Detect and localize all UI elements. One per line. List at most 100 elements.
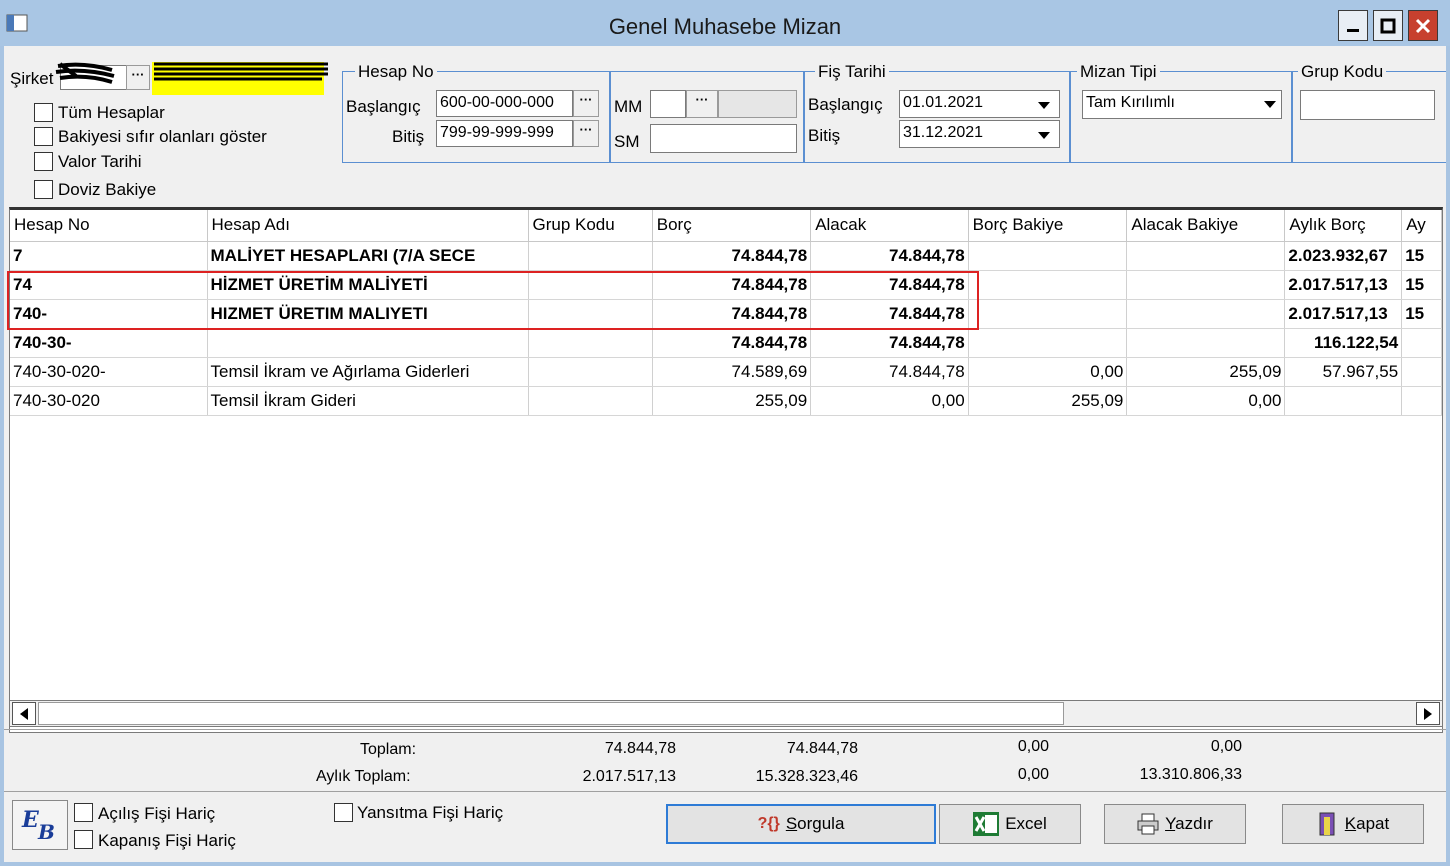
query-icon: ?{} <box>757 815 780 832</box>
sirket-ellipsis-button[interactable]: ··· <box>126 65 150 90</box>
acilis-checkbox[interactable] <box>74 803 93 822</box>
fis-baslangic-label: Başlangıç <box>808 95 883 114</box>
excel-button[interactable]: Excel <box>939 804 1081 844</box>
hesap-bitis-label: Bitiş <box>392 127 425 146</box>
cell-hesap-adi <box>207 328 529 358</box>
hesap-bitis-ellipsis[interactable]: ··· <box>573 120 599 147</box>
kapat-button[interactable]: Kapat <box>1282 804 1424 844</box>
cell-alacak-bakiye: 0,00 <box>1126 386 1286 416</box>
cell-alacak: 74.844,78 <box>810 241 969 271</box>
col-aylik-borc[interactable]: Aylık Borç <box>1284 210 1403 242</box>
table-row[interactable]: 740-30-020 Temsil İkram Gideri 255,09 0,… <box>10 386 1442 416</box>
hesap-baslangic-ellipsis[interactable]: ··· <box>573 90 599 117</box>
sorgula-button[interactable]: ?{} Sorgula <box>666 804 936 844</box>
col-hesap-no[interactable]: Hesap No <box>10 210 208 242</box>
col-borc[interactable]: Borç <box>652 210 812 242</box>
cell-borc-bakiye <box>968 328 1128 358</box>
table-row[interactable]: 740-30-020- Temsil İkram ve Ağırlama Gid… <box>10 357 1442 387</box>
cell-borc-bakiye <box>968 241 1128 271</box>
chevron-down-icon[interactable] <box>1038 102 1050 109</box>
exit-door-icon <box>1319 812 1335 836</box>
close-button[interactable] <box>1408 10 1438 41</box>
minimize-icon <box>1347 28 1359 32</box>
fis-tarihi-title: Fiş Tarihi <box>815 62 889 82</box>
kapanis-checkbox[interactable] <box>74 830 93 849</box>
fis-bitis-value: 31.12.2021 <box>903 124 984 141</box>
chevron-down-icon[interactable] <box>1038 132 1050 139</box>
grup-kodu-input[interactable] <box>1300 90 1435 120</box>
valor-tarihi-label: Valor Tarihi <box>58 152 142 171</box>
arrow-left-icon <box>20 707 28 720</box>
mm-ellipsis-button[interactable]: ··· <box>686 90 718 118</box>
yazdir-button[interactable]: Yazdır <box>1104 804 1246 844</box>
col-grup-kodu[interactable]: Grup Kodu <box>528 210 653 242</box>
window-title: Genel Muhasebe Mizan <box>608 14 842 39</box>
cell-hesap-no: 7 <box>10 241 208 271</box>
mizan-tipi-select[interactable]: Tam Kırılımlı <box>1082 90 1282 119</box>
excel-label: Excel <box>1005 814 1047 833</box>
cell-borc: 255,09 <box>652 386 812 416</box>
redaction-scribble-2 <box>154 62 328 81</box>
mizan-tipi-value: Tam Kırılımlı <box>1086 94 1175 111</box>
scroll-left-button[interactable] <box>12 702 36 725</box>
cell-aylik-borc: 116.122,54 <box>1284 328 1403 358</box>
mm-input[interactable] <box>650 90 686 118</box>
sorgula-label: Sorgula <box>785 814 845 833</box>
cell-aylik-borc: 2.023.932,67 <box>1284 241 1403 271</box>
excel-icon <box>973 812 1000 836</box>
horizontal-scrollbar[interactable] <box>9 700 1443 727</box>
grup-kodu-title: Grup Kodu <box>1298 62 1387 82</box>
eb-logo: E B <box>12 800 68 850</box>
tum-hesaplar-checkbox[interactable] <box>34 103 53 122</box>
cell-borc-bakiye: 0,00 <box>968 357 1128 387</box>
title-bar: Genel Muhasebe Mizan <box>0 0 1450 46</box>
selection-highlight-box <box>7 271 979 330</box>
cell-hesap-no: 740-30- <box>10 328 208 358</box>
eb-logo-icon: E B <box>21 807 55 844</box>
hesap-baslangic-input[interactable]: 600-00-000-000 <box>436 90 573 117</box>
cell-aylik-alacak <box>1401 386 1442 416</box>
hesap-bitis-input[interactable]: 799-99-999-999 <box>436 120 573 147</box>
aylik-alacak-total: 15.328.323,46 <box>755 768 858 785</box>
cell-alacak-bakiye <box>1126 241 1286 271</box>
table-row[interactable]: 7 MALİYET HESAPLARI (7/A SECE 74.844,78 … <box>10 241 1442 271</box>
toplam-alacak-bakiye: 0,00 <box>1210 738 1242 755</box>
table-row[interactable]: 740-30- 74.844,78 74.844,78 116.122,54 <box>10 328 1442 358</box>
acilis-label: Açılış Fişi Hariç <box>98 804 216 823</box>
hesap-no-group <box>342 71 610 163</box>
aylik-toplam-label: Aylık Toplam: <box>316 768 411 785</box>
scroll-thumb[interactable] <box>38 702 1064 725</box>
cell-alacak-bakiye <box>1126 299 1286 329</box>
cell-aylik-borc <box>1284 386 1403 416</box>
col-alacak[interactable]: Alacak <box>810 210 969 242</box>
svg-text:B: B <box>37 820 55 844</box>
maximize-button[interactable] <box>1373 10 1403 41</box>
cell-hesap-adi: MALİYET HESAPLARI (7/A SECE <box>207 241 529 271</box>
cell-alacak: 74.844,78 <box>810 328 969 358</box>
col-alacak-bakiye[interactable]: Alacak Bakiye <box>1126 210 1286 242</box>
col-hesap-adi[interactable]: Hesap Adı <box>207 210 529 242</box>
scroll-right-button[interactable] <box>1416 702 1440 725</box>
sm-label: SM <box>614 132 640 151</box>
bakiyesi-sifir-label: Bakiyesi sıfır olanları göster <box>58 127 267 146</box>
divider <box>4 729 1446 730</box>
minimize-button[interactable] <box>1338 10 1368 41</box>
doviz-bakiye-label: Doviz Bakiye <box>58 180 157 199</box>
fis-bitis-datepicker[interactable]: 31.12.2021 <box>899 120 1060 148</box>
chevron-down-icon[interactable] <box>1264 101 1276 108</box>
col-aylik-alacak[interactable]: Ay <box>1401 210 1442 242</box>
cell-borc-bakiye: 255,09 <box>968 386 1128 416</box>
cell-aylik-alacak <box>1401 357 1442 387</box>
bakiyesi-sifir-checkbox[interactable] <box>34 127 53 146</box>
cell-borc: 74.844,78 <box>652 241 812 271</box>
yansitma-checkbox[interactable] <box>334 803 353 822</box>
valor-tarihi-checkbox[interactable] <box>34 152 53 171</box>
col-borc-bakiye[interactable]: Borç Bakiye <box>968 210 1128 242</box>
cell-aylik-borc: 2.017.517,13 <box>1284 299 1403 329</box>
sirket-label: Şirket <box>10 69 54 88</box>
sm-input[interactable] <box>650 124 797 153</box>
cell-alacak-bakiye <box>1126 270 1286 300</box>
doviz-bakiye-checkbox[interactable] <box>34 180 53 199</box>
fis-baslangic-datepicker[interactable]: 01.01.2021 <box>899 90 1060 118</box>
cell-aylik-alacak <box>1401 328 1442 358</box>
